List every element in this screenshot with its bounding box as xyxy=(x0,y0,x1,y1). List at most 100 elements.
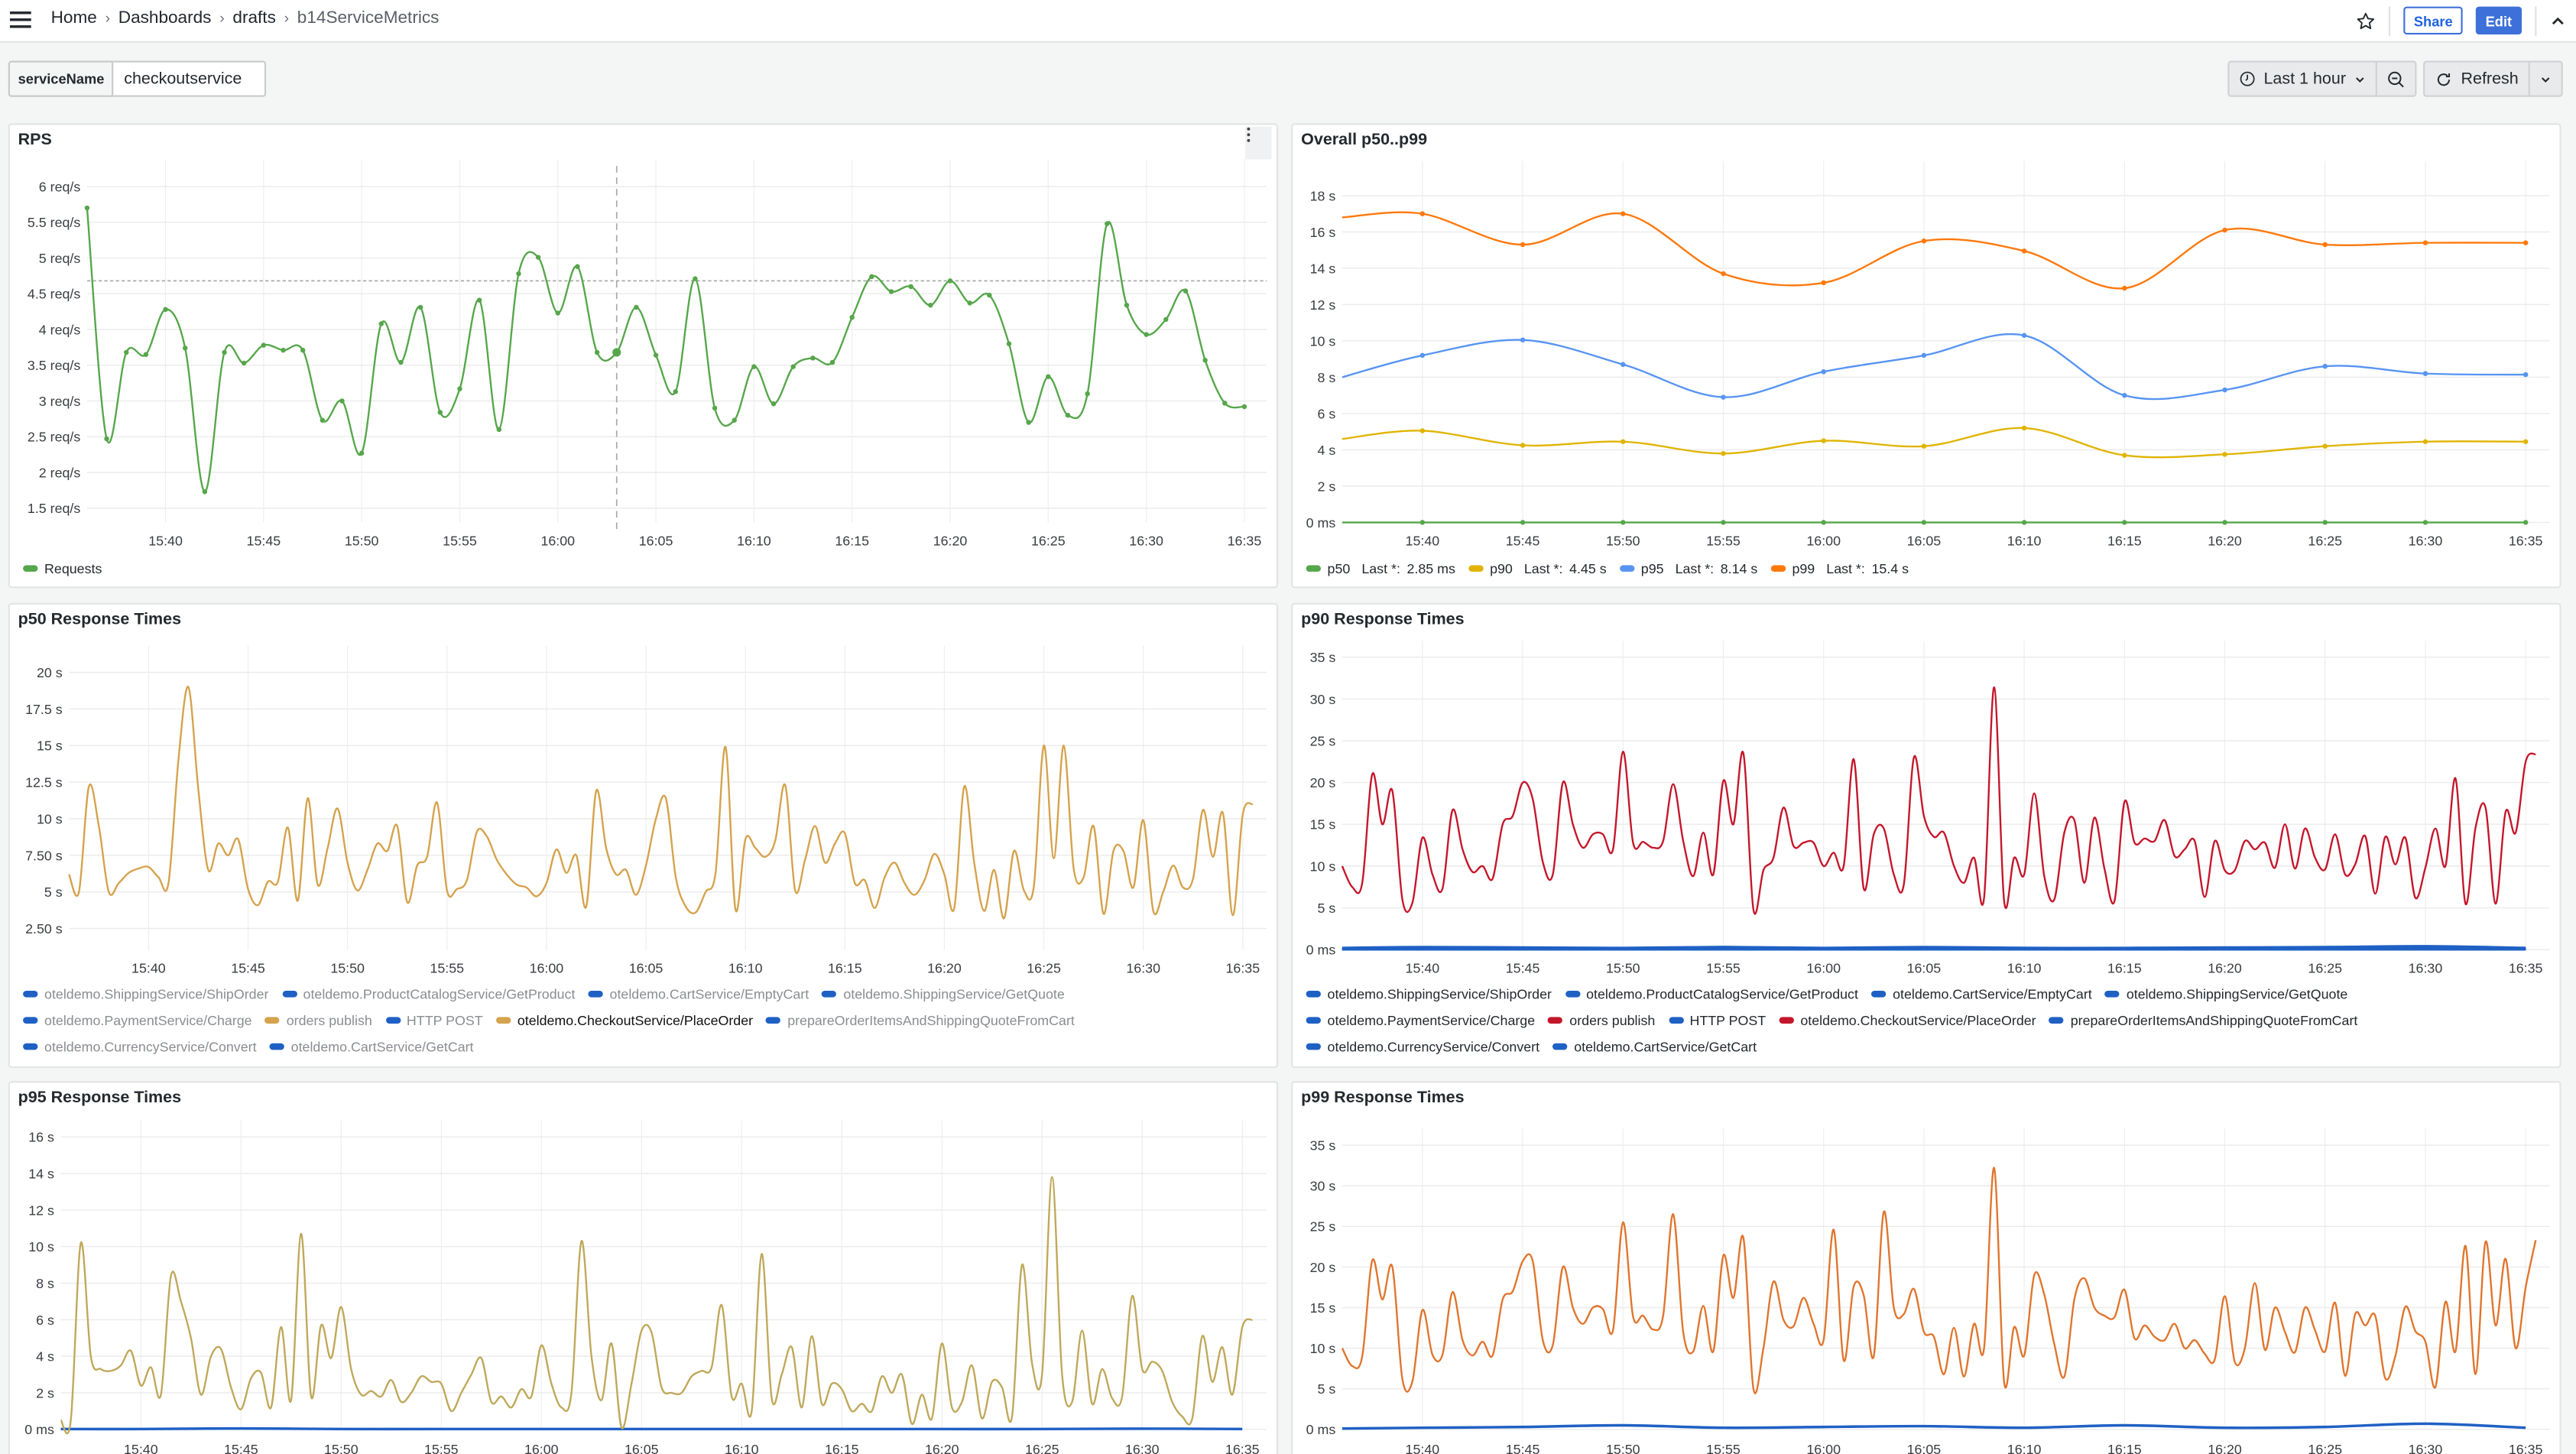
panel-title: p95 Response Times xyxy=(18,1089,182,1108)
data-point xyxy=(810,355,816,361)
y-tick-label: 15 s xyxy=(37,738,63,754)
legend-label: oteldemo.ShippingService/GetQuote xyxy=(2126,985,2348,1003)
refresh-button[interactable]: Refresh xyxy=(2425,63,2528,96)
legend-item[interactable]: oteldemo.ShippingService/GetQuote xyxy=(822,981,1065,1007)
x-tick-label: 16:25 xyxy=(1027,960,1061,975)
chart-svg[interactable]: 15:40 15:45 15:50 15:55 16:00 16:05 16:10 16:15… xyxy=(10,125,1278,588)
legend-item[interactable]: orders publish xyxy=(1548,1007,1655,1033)
legend-item[interactable]: oteldemo.CheckoutService/PlaceOrder xyxy=(495,1007,753,1033)
data-point xyxy=(1821,280,1826,286)
legend-item[interactable]: oteldemo.PaymentService/Charge xyxy=(1306,1007,1535,1033)
x-tick-label: 15:45 xyxy=(231,960,265,975)
x-tick-label: 16:35 xyxy=(2509,960,2543,975)
x-tick-label: 15:45 xyxy=(1506,534,1540,549)
legend-item[interactable]: oteldemo.CheckoutService/PlaceOrder xyxy=(1779,1007,2036,1033)
legend-item[interactable]: prepareOrderItemsAndShippingQuoteFromCar… xyxy=(766,1007,1075,1033)
legend-swatch xyxy=(23,991,38,998)
legend-swatch xyxy=(2104,991,2120,998)
legend-item[interactable]: oteldemo.ProductCatalogService/GetProduc… xyxy=(1565,981,1858,1007)
refresh-group: Refresh xyxy=(2423,60,2563,97)
legend-item[interactable]: oteldemo.CurrencyService/Convert xyxy=(23,1034,257,1060)
breadcrumb-drafts[interactable]: drafts xyxy=(232,8,275,28)
legend-item[interactable]: oteldemo.ShippingService/GetQuote xyxy=(2104,981,2348,1007)
topbar-actions: Share Edit xyxy=(2357,5,2566,36)
data-point xyxy=(2222,387,2227,393)
breadcrumb-home[interactable]: Home xyxy=(51,8,97,28)
breadcrumb-dashboards[interactable]: Dashboards xyxy=(118,8,212,28)
y-tick-label: 10 s xyxy=(37,811,63,826)
service-name-select[interactable]: checkoutservice xyxy=(114,60,268,97)
chart-svg[interactable]: 15:40 15:45 15:50 15:55 16:00 16:05 16:10 16:15… xyxy=(1293,1082,2561,1454)
data-point xyxy=(1241,404,1247,410)
star-icon[interactable] xyxy=(2357,11,2376,31)
x-tick-label: 16:15 xyxy=(835,534,869,549)
chart-svg[interactable]: 15:40 15:45 15:50 15:55 16:00 16:05 16:10 16:15… xyxy=(1293,125,2561,588)
legend-item[interactable]: oteldemo.ShippingService/ShipOrder xyxy=(23,981,268,1007)
panel-menu-button[interactable] xyxy=(1245,126,1272,160)
legend-item[interactable]: orders publish xyxy=(264,1007,372,1033)
legend-label: orders publish xyxy=(1569,1011,1656,1029)
legend-item[interactable]: oteldemo.CartService/GetCart xyxy=(269,1034,474,1060)
data-point xyxy=(182,346,188,351)
data-point xyxy=(535,255,541,260)
legend-item[interactable]: oteldemo.PaymentService/Charge xyxy=(23,1007,252,1033)
legend-item[interactable]: oteldemo.CurrencyService/Convert xyxy=(1306,1034,1539,1060)
legend-item[interactable]: oteldemo.CartService/GetCart xyxy=(1552,1034,1757,1060)
x-tick-label: 16:25 xyxy=(1025,1442,1059,1454)
data-point xyxy=(947,278,953,284)
data-point xyxy=(1419,428,1426,433)
data-point xyxy=(476,297,482,303)
hamburger-icon[interactable] xyxy=(9,10,31,30)
legend-item[interactable]: p99 Last *: 15.4 s xyxy=(1770,555,1909,581)
legend-item[interactable]: p95 Last *: 8.14 s xyxy=(1619,555,1757,581)
x-tick-label: 16:15 xyxy=(828,960,862,975)
legend-label: oteldemo.CartService/GetCart xyxy=(1574,1038,1757,1055)
legend-item[interactable]: oteldemo.ShippingService/ShipOrder xyxy=(1306,981,1552,1007)
legend-label: oteldemo.CartService/EmptyCart xyxy=(609,985,809,1003)
legend-label: p50 xyxy=(1327,560,1351,577)
y-tick-label: 10 s xyxy=(1310,333,1336,349)
share-button[interactable]: Share xyxy=(2403,6,2463,35)
data-point xyxy=(2322,242,2328,248)
x-tick-label: 15:50 xyxy=(1606,960,1640,975)
legend-item[interactable]: oteldemo.CartService/EmptyCart xyxy=(1871,981,2092,1007)
series-line xyxy=(1342,333,2526,401)
legend-item[interactable]: p50 Last *: 2.85 ms xyxy=(1306,555,1455,581)
legend-swatch xyxy=(1668,1017,1683,1024)
refresh-interval-dropdown[interactable] xyxy=(2528,62,2561,96)
chart-svg[interactable]: 15:40 15:45 15:50 15:55 16:00 16:05 16:10 16:15… xyxy=(10,1082,1278,1454)
data-point xyxy=(222,349,227,355)
time-range-picker[interactable]: Last 1 hour xyxy=(2229,63,2375,96)
y-tick-label: 2 req/s xyxy=(39,465,81,480)
refresh-label: Refresh xyxy=(2461,70,2519,88)
y-tick-label: 2.50 s xyxy=(25,921,63,936)
data-point xyxy=(2322,520,2328,525)
y-tick-label: 4.5 req/s xyxy=(28,287,80,302)
x-tick-label: 16:30 xyxy=(1129,534,1163,549)
legend-item[interactable]: p90 Last *: 4.45 s xyxy=(1468,555,1607,581)
legend-label: oteldemo.CurrencyService/Convert xyxy=(44,1038,257,1055)
data-point xyxy=(2322,443,2328,449)
x-tick-label: 16:30 xyxy=(1125,1442,1160,1454)
x-tick-label: 16:00 xyxy=(524,1442,559,1454)
data-point xyxy=(241,360,247,366)
legend-item[interactable]: oteldemo.ProductCatalogService/GetProduc… xyxy=(281,981,575,1007)
y-tick-label: 17.5 s xyxy=(25,702,63,717)
data-point xyxy=(2422,439,2428,444)
time-picker-group: Last 1 hour xyxy=(2227,60,2417,97)
zoom-out-button[interactable] xyxy=(2375,62,2415,96)
edit-button[interactable]: Edit xyxy=(2475,6,2522,35)
x-tick-label: 16:05 xyxy=(1907,534,1942,549)
data-point xyxy=(673,389,678,394)
y-tick-label: 1.5 req/s xyxy=(28,501,80,516)
legend-item[interactable]: HTTP POST xyxy=(1668,1007,1766,1033)
chevron-up-icon[interactable] xyxy=(2550,12,2566,28)
data-point xyxy=(1105,221,1110,226)
x-tick-label: 16:30 xyxy=(1126,960,1160,975)
legend-item[interactable]: oteldemo.CartService/EmptyCart xyxy=(588,981,809,1007)
breadcrumb-separator: › xyxy=(105,9,111,27)
legend-item[interactable]: HTTP POST xyxy=(384,1007,483,1033)
legend-item[interactable]: prepareOrderItemsAndShippingQuoteFromCar… xyxy=(2049,1007,2357,1033)
p99-response-panel: 15:40 15:45 15:50 15:55 16:00 16:05 16:10 16:15… xyxy=(1291,1081,2561,1454)
legend-item[interactable]: Requests xyxy=(23,555,102,581)
